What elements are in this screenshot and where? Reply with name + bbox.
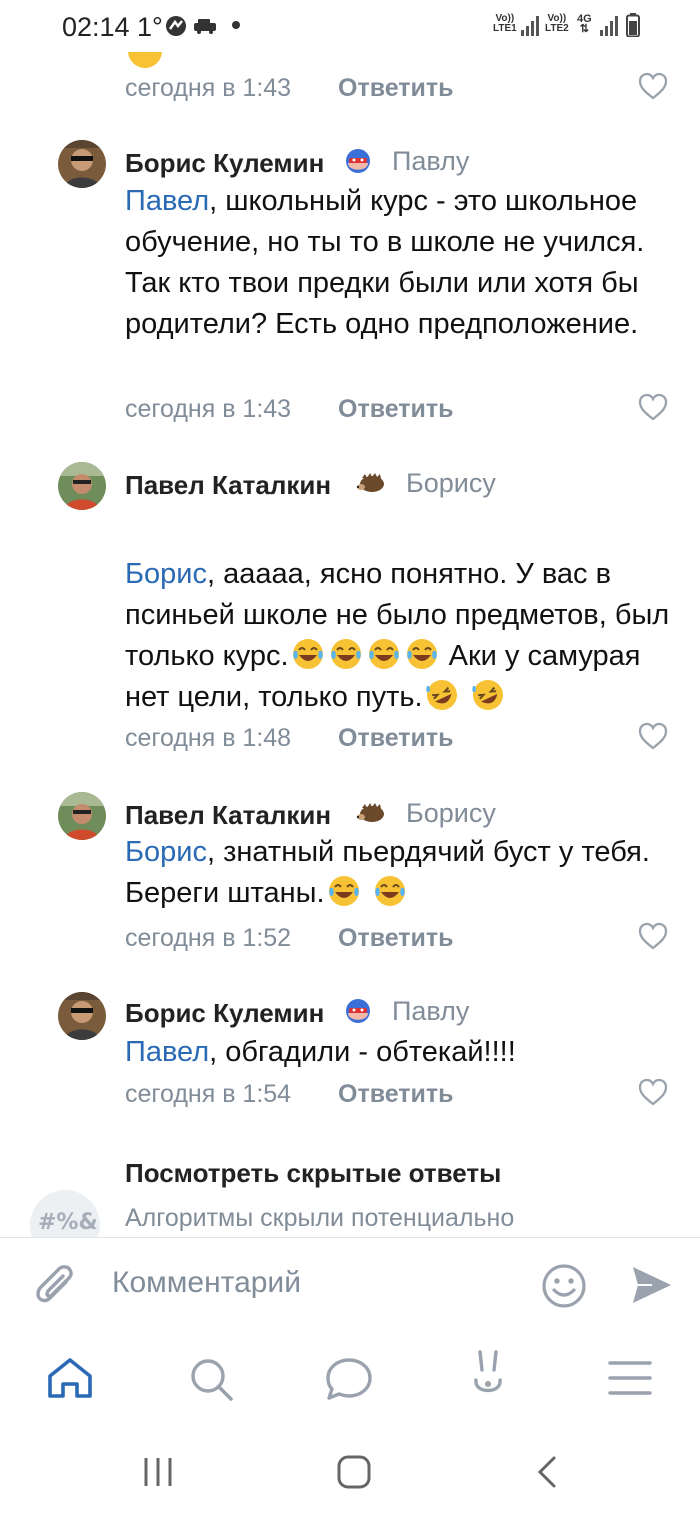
status-time: 02:14 — [62, 12, 130, 42]
tears-of-joy-emoji-icon — [405, 637, 439, 671]
reply-button[interactable]: Ответить — [338, 924, 454, 953]
net-type: 4G ⇅ — [577, 13, 592, 35]
author-name[interactable]: Павел Каталкин — [125, 800, 331, 831]
author-name[interactable]: Борис Кулемин — [125, 148, 324, 179]
comments-feed[interactable]: сегодня в 1:43 Ответить Борис Кулемин Па… — [0, 52, 700, 1237]
comment-text: Павел, школьный курс - это школьное обуч… — [125, 185, 645, 340]
bottom-tab-bar — [0, 1332, 700, 1432]
reply-addressee: Павлу — [392, 146, 470, 176]
tears-of-joy-emoji-icon — [329, 637, 363, 671]
reply-button[interactable]: Ответить — [338, 395, 454, 424]
weather-app-icon — [164, 14, 188, 43]
signal-icon — [521, 16, 539, 41]
hidden-replies-note: Алгоритмы скрыли потенциально — [125, 1204, 515, 1232]
tears-of-joy-emoji-icon — [367, 637, 401, 671]
comment-date: сегодня в 1:48 — [125, 724, 292, 752]
hero-mask-icon — [345, 148, 371, 174]
reply-addressee: Борису — [406, 468, 496, 498]
paperclip-icon[interactable] — [32, 1260, 78, 1315]
comment-text: Борис, знатный пьердячий буст у тебя. Бе… — [125, 836, 650, 909]
menu-icon[interactable] — [608, 1360, 652, 1401]
like-heart-icon[interactable] — [638, 922, 668, 950]
reply-addressee: Павлу — [392, 996, 470, 1026]
avatar[interactable] — [58, 792, 106, 840]
rofl-emoji-icon — [471, 678, 505, 712]
car-icon — [192, 17, 218, 40]
system-nav-bar — [0, 1432, 700, 1517]
avatar[interactable] — [58, 462, 106, 510]
back-icon[interactable] — [532, 1454, 562, 1495]
author-name[interactable]: Павел Каталкин — [125, 470, 331, 501]
reply-button[interactable]: Ответить — [338, 724, 454, 753]
show-hidden-replies-link[interactable]: Посмотреть скрытые ответы — [125, 1158, 501, 1189]
like-heart-icon[interactable] — [638, 72, 668, 100]
comment-date: сегодня в 1:43 — [125, 74, 292, 102]
comment-composer — [0, 1237, 700, 1333]
comment-date: сегодня в 1:54 — [125, 1080, 292, 1108]
comment-date: сегодня в 1:52 — [125, 924, 292, 952]
search-icon[interactable] — [187, 1356, 235, 1409]
messages-icon[interactable] — [324, 1356, 374, 1407]
battery-icon — [626, 13, 640, 42]
mention-link[interactable]: Борис — [125, 558, 207, 590]
sim2-indicator: Vo)) LTE2 — [545, 13, 569, 34]
signal-icon — [600, 16, 618, 41]
hero-mask-icon — [345, 998, 371, 1024]
smile-icon[interactable] — [540, 1262, 588, 1315]
status-bar: 02:14 1° Vo)) LTE1 Vo)) LTE2 4G ⇅ — [0, 0, 700, 52]
avatar[interactable] — [58, 140, 106, 188]
hidden-replies-avatar: #%& — [30, 1190, 100, 1237]
home-button-icon[interactable] — [334, 1454, 374, 1495]
like-heart-icon[interactable] — [638, 1078, 668, 1106]
hedgehog-icon — [356, 472, 386, 498]
mention-link[interactable]: Павел — [125, 185, 209, 217]
mention-link[interactable]: Борис — [125, 836, 207, 868]
tears-of-joy-emoji-icon — [291, 637, 325, 671]
like-heart-icon[interactable] — [638, 722, 668, 750]
reply-button[interactable]: Ответить — [338, 74, 454, 103]
comment-text: Борис, ааааа, ясно понятно. У вас в псин… — [125, 558, 670, 713]
recent-apps-icon[interactable] — [140, 1454, 176, 1495]
notification-dot — [232, 21, 240, 29]
comment-input[interactable] — [112, 1266, 512, 1300]
comment-date: сегодня в 1:43 — [125, 395, 292, 423]
reply-addressee: Борису — [406, 798, 496, 828]
sim1-indicator: Vo)) LTE1 — [493, 13, 517, 34]
avatar[interactable] — [58, 992, 106, 1040]
tears-of-joy-emoji-icon — [373, 874, 407, 908]
mention-link[interactable]: Павел — [125, 1036, 209, 1068]
hedgehog-icon — [356, 802, 386, 828]
comment-text: Павел, обгадили - обтекай!!!! — [125, 1036, 516, 1068]
like-heart-icon[interactable] — [638, 393, 668, 421]
emoji-icon — [128, 52, 162, 68]
send-icon[interactable] — [630, 1264, 674, 1311]
clips-bunny-icon[interactable] — [468, 1348, 508, 1409]
reply-button[interactable]: Ответить — [338, 1080, 454, 1109]
rofl-emoji-icon — [425, 678, 459, 712]
home-icon[interactable] — [46, 1356, 94, 1405]
author-name[interactable]: Борис Кулемин — [125, 998, 324, 1029]
tears-of-joy-emoji-icon — [327, 874, 361, 908]
status-temperature: 1° — [137, 12, 163, 42]
